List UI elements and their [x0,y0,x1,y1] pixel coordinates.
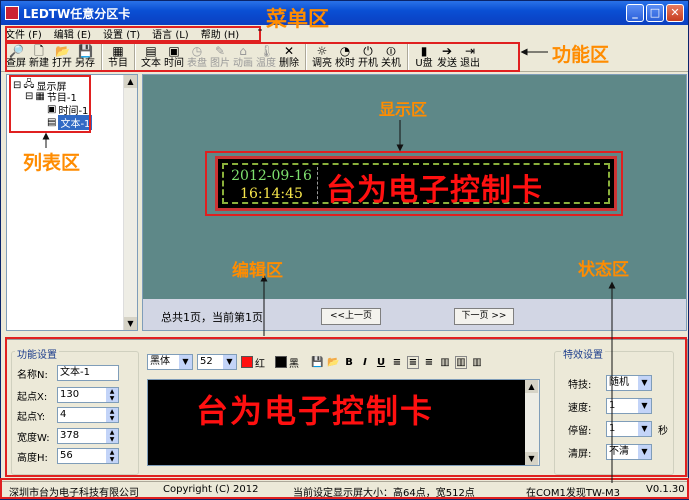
menu-area-label: 菜单区 [266,7,329,31]
status-area-label: 状态区 [578,260,629,280]
function-area-label: 功能区 [552,44,610,66]
annotation-arrows [42,29,616,483]
list-area-label: 列表区 [23,152,81,174]
display-area-label: 显示区 [379,100,428,119]
edit-area-label: 编辑区 [232,261,283,281]
